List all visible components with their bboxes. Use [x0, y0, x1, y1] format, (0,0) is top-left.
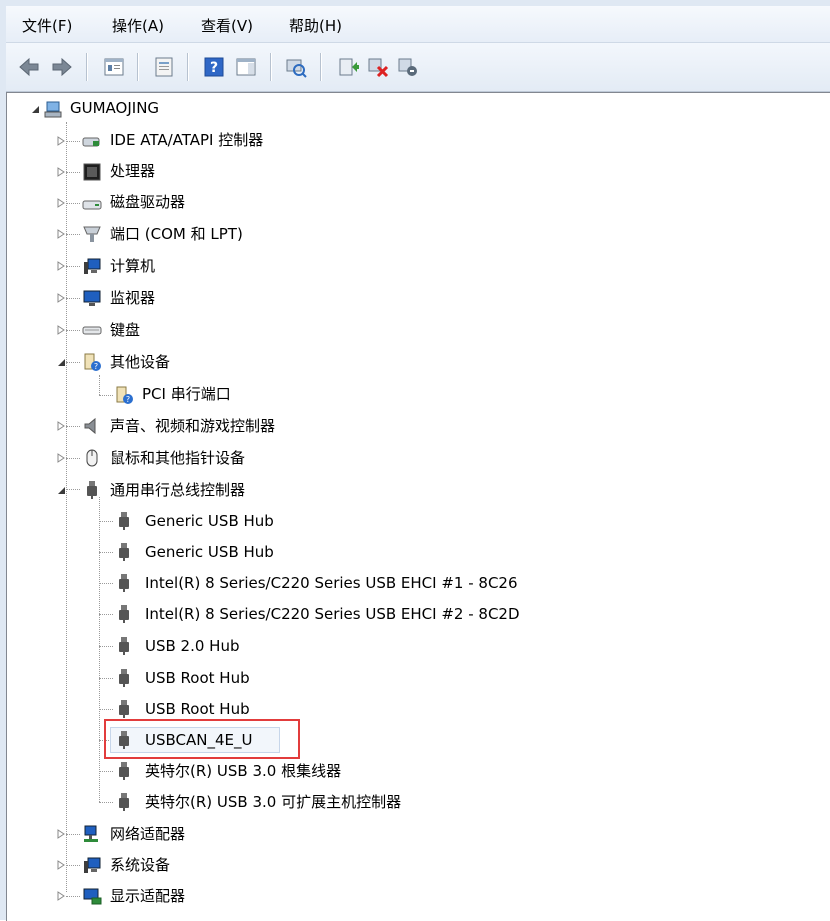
speaker-icon — [82, 416, 102, 436]
ide-controller-icon — [82, 131, 102, 151]
tree-item-usb-device[interactable]: USB Root Hub — [145, 668, 250, 688]
forward-arrow-icon[interactable] — [49, 55, 73, 79]
expand-arrow-icon[interactable] — [56, 293, 66, 303]
collapse-arrow-icon[interactable] — [56, 357, 66, 367]
unknown-device-icon: ? — [82, 352, 102, 372]
uninstall-device-icon[interactable] — [396, 55, 420, 79]
usb-connector-icon — [114, 511, 134, 531]
expand-arrow-icon[interactable] — [56, 325, 66, 335]
tree-item-display[interactable]: 显示适配器 — [110, 886, 185, 906]
menu-bar: 文件(F) 操作(A) 查看(V) 帮助(H) — [6, 6, 830, 43]
expand-arrow-icon[interactable] — [56, 421, 66, 431]
tree-item-usb-device[interactable]: USB 2.0 Hub — [145, 636, 240, 656]
tree-item-usb-device[interactable]: 英特尔(R) USB 3.0 可扩展主机控制器 — [145, 792, 401, 812]
tree-item-sound[interactable]: 声音、视频和游戏控制器 — [110, 416, 275, 436]
tree-item-network[interactable]: 网络适配器 — [110, 824, 185, 844]
tree-item-usb-device[interactable]: Intel(R) 8 Series/C220 Series USB EHCI #… — [145, 604, 520, 624]
tree-item-ports[interactable]: 端口 (COM 和 LPT) — [110, 224, 243, 244]
tree-item-usb-device[interactable]: USB Root Hub — [145, 699, 250, 719]
collapse-arrow-icon[interactable] — [56, 485, 66, 495]
processor-icon — [82, 162, 102, 182]
usb-connector-icon — [114, 573, 134, 593]
unknown-device-icon: ? — [114, 385, 134, 405]
network-adapter-icon — [82, 824, 102, 844]
tree-item-pci-serial[interactable]: PCI 串行端口 — [142, 384, 231, 404]
properties-console-icon[interactable] — [102, 55, 126, 79]
back-arrow-icon[interactable] — [18, 55, 42, 79]
menu-help[interactable]: 帮助(H) — [289, 15, 342, 36]
tree-item-usbcan-selected[interactable]: USBCAN_4E_U — [145, 730, 252, 750]
help-icon[interactable]: ? — [202, 55, 226, 79]
tree-item-system[interactable]: 系统设备 — [110, 855, 170, 875]
menu-view[interactable]: 查看(V) — [201, 15, 253, 36]
menu-action[interactable]: 操作(A) — [112, 15, 164, 36]
usb-connector-icon — [114, 604, 134, 624]
tree-item-usb-device[interactable]: Generic USB Hub — [145, 542, 274, 562]
expand-arrow-icon[interactable] — [56, 136, 66, 146]
usb-connector-icon — [114, 542, 134, 562]
update-driver-icon[interactable] — [336, 55, 360, 79]
usb-connector-icon — [114, 699, 134, 719]
tree-item-monitor[interactable]: 监视器 — [110, 288, 155, 308]
disk-drive-icon — [82, 193, 102, 213]
display-adapter-icon — [82, 886, 102, 906]
usb-connector-icon — [114, 668, 134, 688]
toolbar: ? — [6, 43, 830, 92]
tree-item-usb-device[interactable]: Generic USB Hub — [145, 511, 274, 531]
tree-item-usb-device[interactable]: Intel(R) 8 Series/C220 Series USB EHCI #… — [145, 573, 518, 593]
monitor-icon — [82, 288, 102, 308]
tree-item-disk[interactable]: 磁盘驱动器 — [110, 192, 185, 212]
usb-connector-icon — [114, 636, 134, 656]
scan-hardware-icon[interactable] — [284, 55, 308, 79]
action-pane-icon[interactable] — [234, 55, 258, 79]
expand-arrow-icon[interactable] — [56, 453, 66, 463]
usb-connector-icon — [114, 730, 134, 750]
expand-arrow-icon[interactable] — [56, 829, 66, 839]
port-icon — [82, 224, 102, 244]
disable-device-icon[interactable] — [366, 55, 390, 79]
tree-item-root[interactable]: GUMAOJING — [70, 98, 159, 118]
expand-arrow-icon[interactable] — [56, 198, 66, 208]
usb-connector-icon — [114, 792, 134, 812]
expand-arrow-icon[interactable] — [56, 891, 66, 901]
expand-arrow-icon[interactable] — [56, 229, 66, 239]
svg-text:?: ? — [210, 60, 218, 76]
computer-icon — [82, 256, 102, 276]
expand-arrow-icon[interactable] — [56, 860, 66, 870]
collapse-arrow-icon[interactable] — [30, 104, 40, 114]
tree-item-keyboard[interactable]: 键盘 — [110, 320, 140, 340]
tree-item-other[interactable]: 其他设备 — [110, 352, 170, 372]
tree-item-computer[interactable]: 计算机 — [110, 256, 155, 276]
tree-item-processor[interactable]: 处理器 — [110, 161, 155, 181]
tree-item-usb-device[interactable]: 英特尔(R) USB 3.0 根集线器 — [145, 761, 341, 781]
mouse-icon — [82, 448, 102, 468]
tree-item-ide[interactable]: IDE ATA/ATAPI 控制器 — [110, 130, 263, 150]
tree-item-usb-controllers[interactable]: 通用串行总线控制器 — [110, 480, 245, 500]
usb-connector-icon — [82, 480, 102, 500]
computer-root-icon — [44, 99, 64, 119]
usb-connector-icon — [114, 761, 134, 781]
system-devices-icon — [82, 855, 102, 875]
print-icon[interactable] — [152, 55, 176, 79]
svg-text:?: ? — [126, 395, 130, 404]
expand-arrow-icon[interactable] — [56, 167, 66, 177]
menu-file[interactable]: 文件(F) — [22, 15, 72, 36]
keyboard-icon — [82, 320, 102, 340]
expand-arrow-icon[interactable] — [56, 261, 66, 271]
svg-text:?: ? — [94, 362, 98, 371]
tree-item-mouse[interactable]: 鼠标和其他指针设备 — [110, 448, 245, 468]
